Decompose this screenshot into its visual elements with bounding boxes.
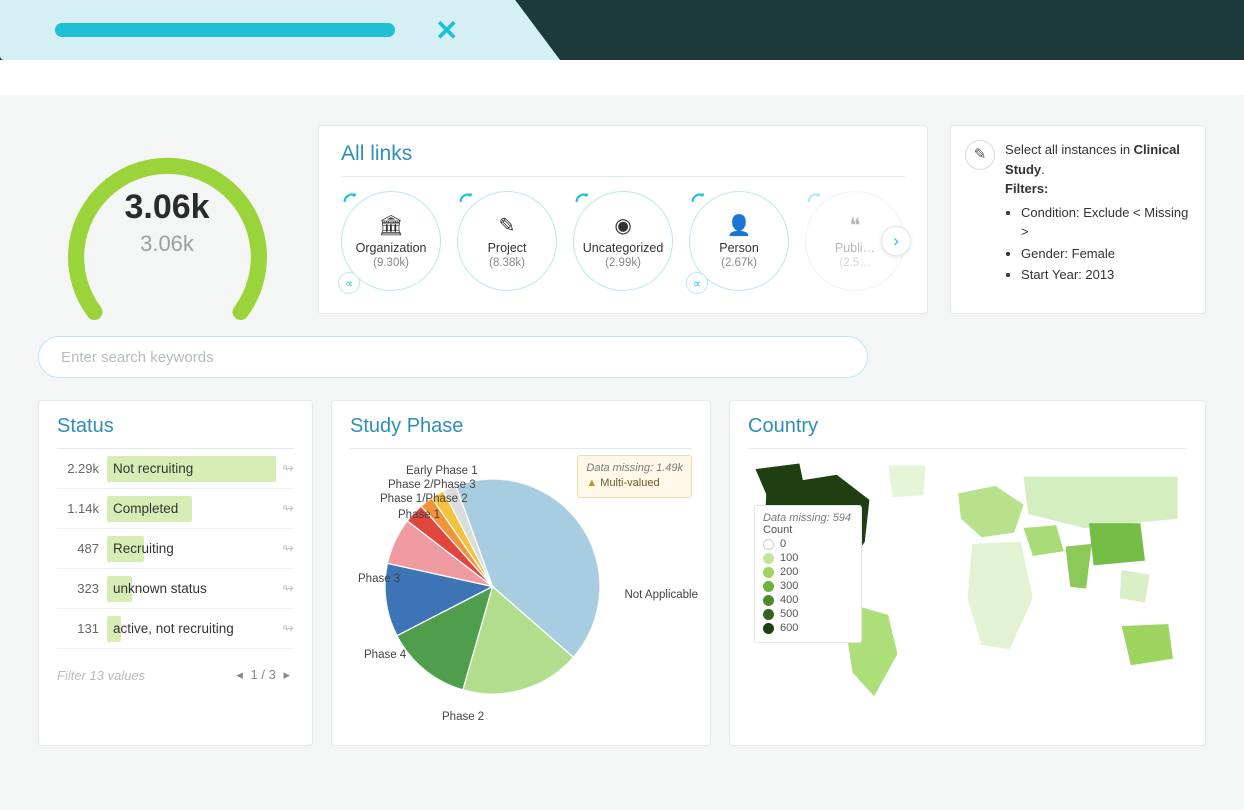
chevron-right-icon: › [893,231,899,251]
pie-label-p4: Phase 4 [364,649,406,661]
status-link-icon[interactable]: ↬ [282,500,294,517]
link-type-icon: ◉ [614,213,631,238]
link-label: Person [719,241,759,255]
status-filter-placeholder[interactable]: Filter 13 values [57,668,145,683]
map-missing: Data missing: 594 [763,512,851,524]
status-label: Completed [107,501,178,516]
status-row[interactable]: 1.14k Completed ↬ [57,489,294,529]
legend-row: 400 [763,594,851,606]
status-count: 487 [57,541,99,556]
tab-title-placeholder [55,23,395,37]
status-link-icon[interactable]: ↬ [282,580,294,597]
pie-label-p1: Phase 1 [398,509,440,521]
status-row[interactable]: 2.29k Not recruiting ↬ [57,449,294,489]
status-page-indicator: 1 / 3 [251,667,276,682]
refresh-arrow-icon [340,190,362,212]
study-phase-panel: Study Phase Data missing: 1.49k ▲Multi-v… [331,400,711,746]
status-link-icon[interactable]: ↬ [282,540,294,557]
link-bubble-uncategorized[interactable]: ◉ Uncategorized (2.99k) [573,191,673,291]
map-legend-title: Count [763,524,851,536]
link-bubble-person[interactable]: 👤 Person (2.67k) ∝ [689,191,789,291]
status-next-page[interactable]: ▸ [279,667,294,682]
link-type-icon: ❝ [850,213,861,238]
legend-row: 100 [763,552,851,564]
status-prev-page[interactable]: ◂ [232,667,247,682]
filter-item: Condition: Exclude < Missing > [1021,203,1189,242]
pie-label-p3: Phase 3 [358,573,400,585]
status-label: active, not recruiting [107,621,234,636]
gauge-subvalue: 3.06k [60,231,275,257]
link-bubble-organization[interactable]: 🏛 Organization (9.30k) ∝ [341,191,441,291]
legend-row: 200 [763,566,851,578]
link-label: Project [488,241,527,255]
status-link-icon[interactable]: ↬ [282,460,294,477]
status-row[interactable]: 323 unknown status ↬ [57,569,294,609]
link-label: Publi… [835,241,875,255]
status-label: unknown status [107,581,207,596]
link-label: Organization [356,241,427,255]
filters-intro-prefix: Select all instances in [1005,142,1134,157]
status-title: Status [57,415,294,449]
share-icon: ∝ [686,272,708,294]
status-label: Recruiting [107,541,174,556]
link-count: (2.99k) [605,257,641,269]
status-panel: Status 2.29k Not recruiting ↬ 1.14k Complete… [38,400,313,746]
link-type-icon: 👤 [727,213,752,238]
tab-bar: ✕ [0,0,1244,60]
link-type-icon: ✎ [499,213,516,238]
all-links-card: All links 🏛 Organization (9.30k) ∝ ✎ Project (… [318,125,928,314]
gauge-card: 3.06k 3.06k [38,125,296,314]
status-count: 1.14k [57,501,99,516]
filters-heading: Filters: [1005,181,1048,196]
link-count: (2.67k) [721,257,757,269]
status-link-icon[interactable]: ↬ [282,620,294,637]
pie-label-na: Not Applicable [624,589,698,601]
page-body: 3.06k 3.06k All links 🏛 Organization (9.30… [0,95,1244,810]
link-count: (2.5… [839,257,870,269]
pie-label-ep1: Early Phase 1 [406,465,478,477]
close-icon[interactable]: ✕ [435,14,458,47]
status-row[interactable]: 131 active, not recruiting ↬ [57,609,294,649]
refresh-arrow-icon [688,190,710,212]
refresh-arrow-icon [572,190,594,212]
share-icon: ∝ [338,272,360,294]
all-links-title: All links [341,142,905,177]
status-count: 2.29k [57,461,99,476]
country-title: Country [748,415,1187,449]
filter-item: Start Year: 2013 [1021,265,1189,285]
active-tab[interactable]: ✕ [0,0,560,60]
legend-row: 300 [763,580,851,592]
wand-icon: ✎ [965,140,995,170]
country-panel: Country [729,400,1206,746]
pie-label-p23: Phase 2/Phase 3 [388,479,476,491]
status-label: Not recruiting [107,461,193,476]
filters-card: ✎ Select all instances in Clinical Study… [950,125,1206,314]
filters-list: Condition: Exclude < Missing > Gender: F… [1005,203,1189,285]
refresh-arrow-icon [804,190,826,212]
study-phase-title: Study Phase [350,415,692,449]
link-type-icon: 🏛 [378,213,403,238]
pie-label-p2: Phase 2 [442,711,484,723]
legend-row: 600 [763,622,851,634]
link-count: (8.38k) [489,257,525,269]
gauge-value: 3.06k [60,188,275,227]
map-legend: Data missing: 594 Count 0 100 200 300 400 500… [754,505,862,643]
links-next-button[interactable]: › [881,226,911,256]
refresh-arrow-icon [456,190,478,212]
pie-label-p12: Phase 1/Phase 2 [380,493,468,505]
status-row[interactable]: 487 Recruiting ↬ [57,529,294,569]
status-count: 131 [57,621,99,636]
link-label: Uncategorized [583,241,664,255]
link-bubble-project[interactable]: ✎ Project (8.38k) [457,191,557,291]
link-count: (9.30k) [373,257,409,269]
phase-missing: Data missing: 1.49k [586,461,683,476]
legend-row: 0 [763,538,851,550]
legend-row: 500 [763,608,851,620]
filter-item: Gender: Female [1021,244,1189,264]
status-count: 323 [57,581,99,596]
